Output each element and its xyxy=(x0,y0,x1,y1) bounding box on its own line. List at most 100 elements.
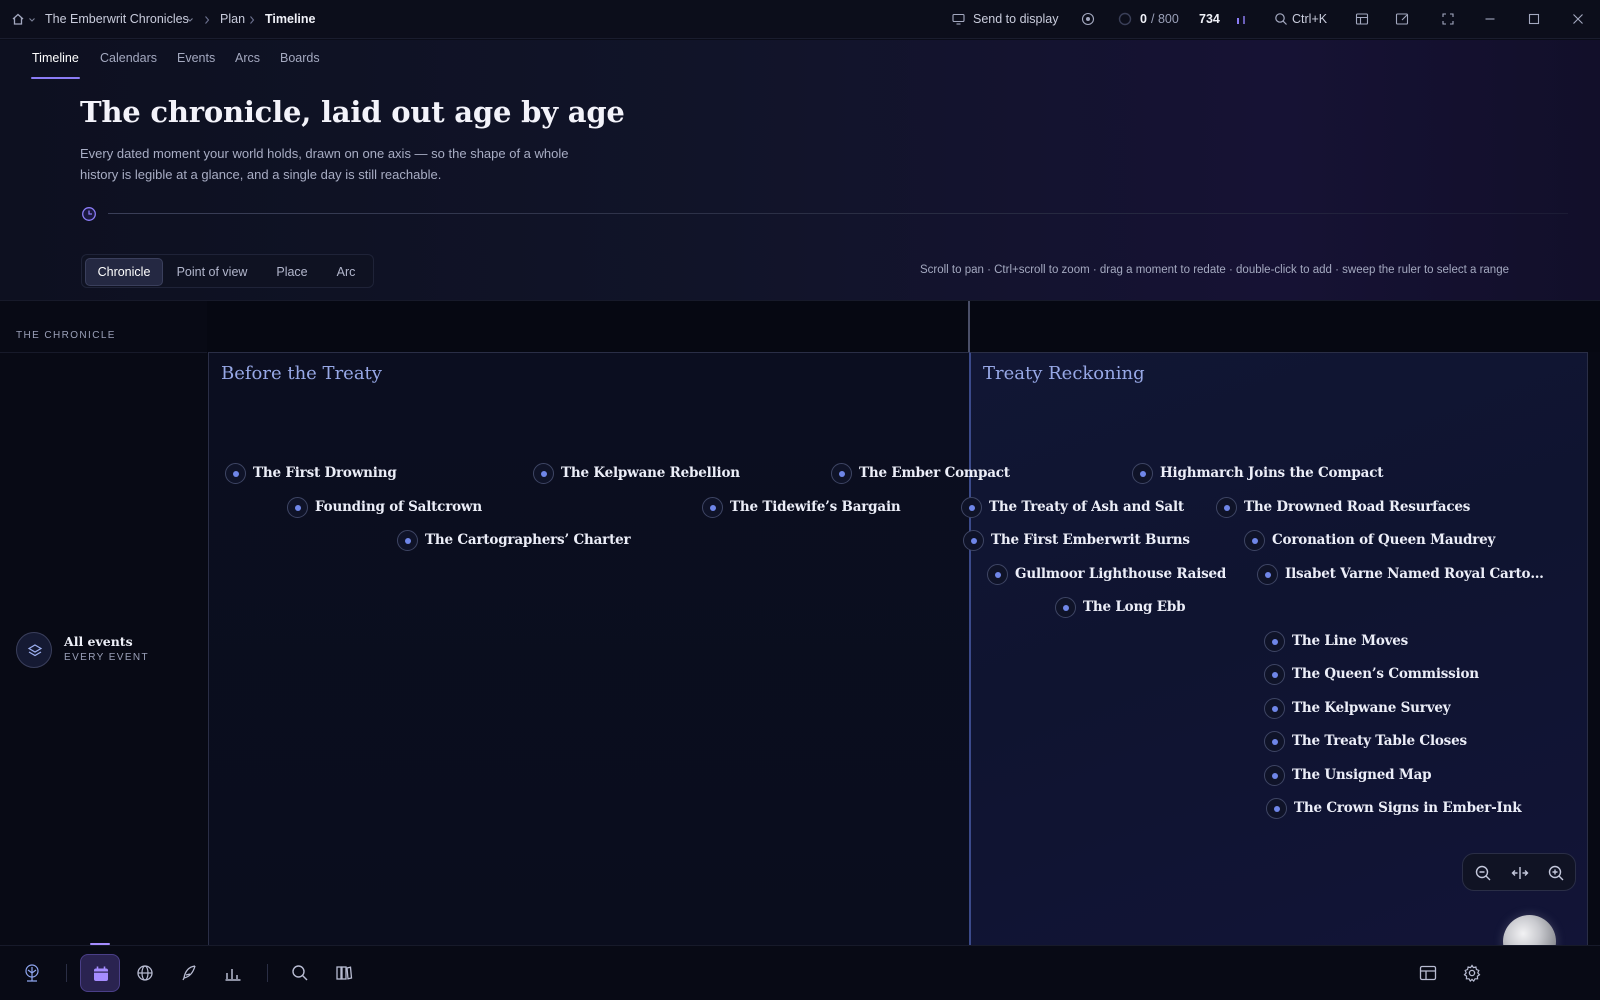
layers-icon xyxy=(27,644,43,657)
sub-tabs: Timeline Calendars Events Arcs Boards xyxy=(0,40,1600,80)
moment-label: The Cartographers’ Charter xyxy=(425,532,631,548)
app-logo-button[interactable] xyxy=(12,954,52,992)
moment-dot xyxy=(987,564,1008,585)
view-switcher: Chronicle Point of view Place Arc xyxy=(81,254,374,288)
search-shortcut[interactable]: Ctrl+K xyxy=(1292,12,1327,26)
calendar-icon xyxy=(94,966,108,981)
bars-icon xyxy=(1237,16,1245,24)
moment-label: The First Drowning xyxy=(253,465,397,481)
moment-label: The Line Moves xyxy=(1292,633,1409,649)
moment-label: The Crown Signs in Ember-Ink xyxy=(1294,800,1522,816)
lane-subtitle: EVERY EVENT xyxy=(64,652,150,663)
tab-arcs[interactable]: Arcs xyxy=(235,51,260,65)
view-arc[interactable]: Arc xyxy=(324,258,368,286)
moment-dot xyxy=(397,530,418,551)
view-place[interactable]: Place xyxy=(264,258,320,286)
chevron-down-icon[interactable] xyxy=(28,16,36,24)
moment-dot xyxy=(1264,631,1285,652)
moment-label: Gullmoor Lighthouse Raised xyxy=(1015,566,1227,582)
send-to-display-button[interactable]: Send to display xyxy=(973,12,1058,26)
moment-label: Highmarch Joins the Compact xyxy=(1160,465,1384,481)
breadcrumb-separator-icon xyxy=(250,16,255,24)
moment-dot xyxy=(1244,530,1265,551)
moment-label: Founding of Saltcrown xyxy=(315,499,482,515)
era-band[interactable]: Before the Treaty xyxy=(208,352,969,945)
tab-boards[interactable]: Boards xyxy=(280,51,320,65)
dock-write[interactable] xyxy=(169,954,209,992)
moment-label: The Treaty Table Closes xyxy=(1292,733,1467,749)
quill-icon xyxy=(182,965,196,981)
moment-label: The Unsigned Map xyxy=(1292,767,1432,783)
interaction-hint: Scroll to pan · Ctrl+scroll to zoom · dr… xyxy=(919,264,1509,276)
search-icon xyxy=(292,965,308,981)
moment-dot xyxy=(1264,731,1285,752)
moment-label: The Long Ebb xyxy=(1083,599,1186,615)
fit-width-icon[interactable] xyxy=(1509,862,1531,884)
moment-dot xyxy=(1264,765,1285,786)
moment-dot xyxy=(1266,798,1287,819)
dock-timeline[interactable] xyxy=(80,954,120,992)
view-chronicle[interactable]: Chronicle xyxy=(85,258,163,286)
chevron-down-icon[interactable] xyxy=(186,16,194,24)
moment-label: The Drowned Road Resurfaces xyxy=(1244,499,1471,515)
gear-icon xyxy=(1463,964,1481,982)
popout-icon[interactable] xyxy=(1395,12,1409,26)
moment-dot xyxy=(1264,664,1285,685)
page-title: The chronicle, laid out age by age xyxy=(80,95,625,129)
close-icon[interactable] xyxy=(1571,12,1585,26)
lane-name[interactable]: All events xyxy=(64,634,133,649)
moment-dot xyxy=(1216,497,1237,518)
project-switcher[interactable]: The Emberwrit Chronicles xyxy=(45,12,189,26)
dock-world[interactable] xyxy=(125,954,165,992)
dock-settings[interactable] xyxy=(1452,954,1492,992)
progress-ring-icon xyxy=(1118,12,1132,26)
record-icon[interactable] xyxy=(1081,12,1095,26)
era-label: Before the Treaty xyxy=(221,363,382,384)
moment-label: The Kelpwane Survey xyxy=(1292,700,1451,716)
bottom-dock xyxy=(0,945,1600,1000)
tab-calendars[interactable]: Calendars xyxy=(100,51,157,65)
clock-icon xyxy=(82,207,96,221)
breadcrumb-plan[interactable]: Plan xyxy=(220,12,245,26)
tab-events[interactable]: Events xyxy=(177,51,215,65)
tab-timeline[interactable]: Timeline xyxy=(32,51,79,65)
moment-dot xyxy=(702,497,723,518)
moment-dot xyxy=(963,530,984,551)
moment-dot xyxy=(1257,564,1278,585)
zoom-in-icon[interactable] xyxy=(1545,862,1567,884)
moment-dot xyxy=(1264,698,1285,719)
overview-ruler[interactable] xyxy=(108,213,1568,214)
sidebar-title: THE CHRONICLE xyxy=(16,330,116,341)
zoom-out-icon[interactable] xyxy=(1472,862,1494,884)
divider xyxy=(0,352,208,353)
breadcrumb-current: Timeline xyxy=(265,12,316,26)
era-label: Treaty Reckoning xyxy=(983,363,1145,384)
dock-library[interactable] xyxy=(324,954,364,992)
lanes-sidebar: THE CHRONICLE All events EVERY EVENT xyxy=(0,300,208,945)
moment-label: Ilsabet Varne Named Royal Carto… xyxy=(1285,566,1544,582)
monitor-icon[interactable] xyxy=(952,13,965,25)
dock-search[interactable] xyxy=(280,954,320,992)
maximize-icon[interactable] xyxy=(1527,12,1541,26)
moment-label: Coronation of Queen Maudrey xyxy=(1272,532,1496,548)
moment-label: The Kelpwane Rebellion xyxy=(561,465,740,481)
moment-label: The Treaty of Ash and Salt xyxy=(989,499,1184,515)
dock-layout[interactable] xyxy=(1408,954,1448,992)
lane-layers-button[interactable] xyxy=(16,632,52,668)
search-icon[interactable] xyxy=(1274,12,1288,26)
dock-stats[interactable] xyxy=(213,954,253,992)
time-ruler[interactable] xyxy=(207,301,1600,352)
view-point-of-view[interactable]: Point of view xyxy=(168,258,256,286)
moment-dot xyxy=(1132,463,1153,484)
layout-icon[interactable] xyxy=(1355,12,1369,26)
fullscreen-icon[interactable] xyxy=(1441,12,1455,26)
minimize-icon[interactable] xyxy=(1483,12,1497,26)
zoom-controls xyxy=(1462,853,1576,891)
progress-current: 0 xyxy=(1140,12,1147,26)
home-icon[interactable] xyxy=(11,12,25,26)
moment-dot xyxy=(831,463,852,484)
timeline-canvas[interactable]: Before the Treaty Treaty Reckoning The F… xyxy=(207,300,1600,945)
active-tab-indicator xyxy=(31,77,80,79)
dock-separator xyxy=(66,964,67,982)
moment-dot xyxy=(533,463,554,484)
